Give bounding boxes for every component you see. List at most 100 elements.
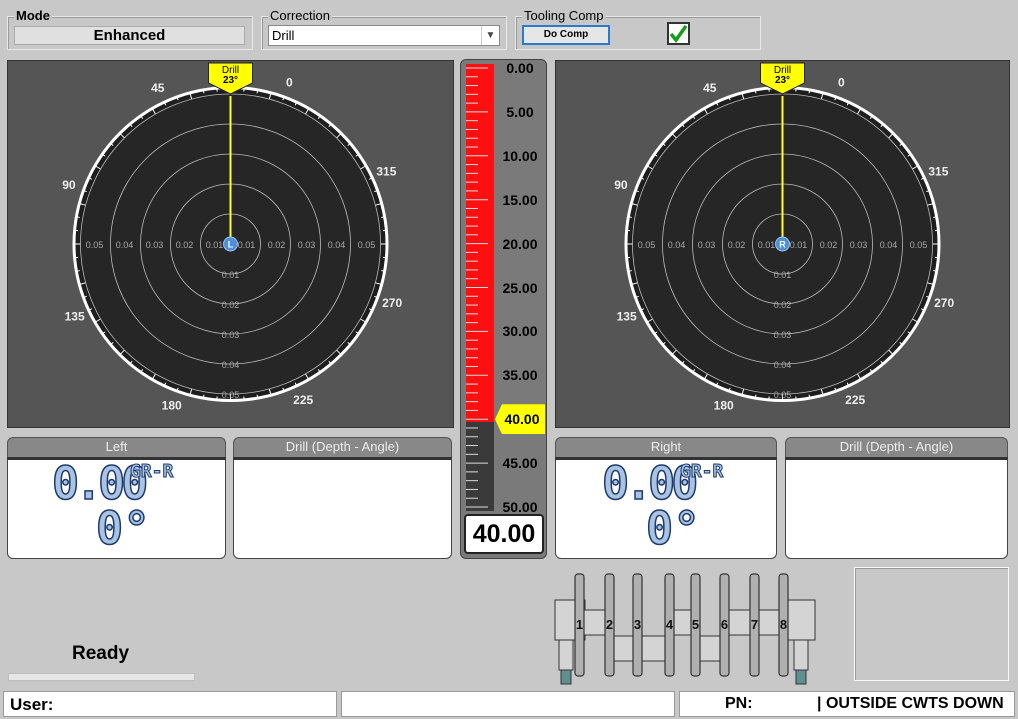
right-readout-body: 0.00 GR-R 0° [555,456,777,559]
polar-tick [381,270,385,272]
user-label: User: [10,695,54,714]
pn-label: PN: [725,695,753,712]
pn-cell: PN: | OUTSIDE CWTS DOWN [679,691,1015,717]
polar-tick [628,270,632,272]
polar-ring-label: 0.05 [910,240,928,250]
polar-angle-label: 135 [65,310,85,324]
crank-pin [698,635,721,662]
crank-journal-label: 3 [634,617,641,632]
gauge-label: 30.00 [502,323,538,340]
mode-title: Mode [14,8,52,23]
mode-value: Enhanced [14,26,245,45]
crank-journal-label: 7 [751,617,758,632]
polar-angle-label: 0 [286,75,293,89]
correction-title: Correction [268,8,332,23]
right-polar-chart: 0.01 0.01 0.01 0.02 0.02 0.02 0.03 0.03 0.03 0.04… [614,62,954,413]
polar-tick [256,394,259,398]
gauge-label: 10.00 [502,147,538,164]
polar-tick [754,90,757,94]
polar-ring-label: 0.05 [358,240,376,250]
crank-end-cap-left [560,669,572,685]
polar-angle-label: 270 [382,296,402,310]
do-comp-button[interactable]: Do Comp [522,25,610,45]
polar-angle-label: 225 [293,393,313,407]
polar-ring-label: 0.01 [206,240,224,250]
drill-marker-angle: 23° [223,75,238,86]
polar-angle-label: 0 [838,75,845,89]
polar-ring-label: 0.05 [774,390,792,400]
polar-ring-label: 0.02 [176,240,194,250]
pn-message: | OUTSIDE CWTS DOWN [817,695,1004,712]
drill-marker-angle: 23° [775,75,790,86]
correction-select[interactable]: Drill ▼ [268,25,500,46]
polar-tick [933,216,937,218]
gauge-label: 20.00 [502,235,538,252]
depth-gauge-track [466,64,494,511]
crank-pin [672,609,692,636]
left-readout-tab: Left [7,437,226,457]
polar-angle-label: 90 [614,178,628,192]
polar-ring-label: 0.04 [116,240,134,250]
polar-ring-label: 0.04 [668,240,686,250]
polar-ring-label: 0.04 [222,360,240,370]
crank-journal-label: 6 [721,617,728,632]
crank-pin [582,609,606,636]
polar-tick [808,394,811,398]
polar-ring-label: 0.01 [222,270,240,280]
depth-value-display: 40.00 [464,514,544,554]
tooling-comp-checkbox[interactable] [667,22,690,45]
polar-ring-label: 0.01 [790,240,808,250]
polar-ring-label: 0.03 [146,240,164,250]
correction-selected-value: Drill [272,28,295,43]
right-readout-tab: Right [555,437,777,457]
left-readout-unit: GR-R [129,461,174,483]
left-drill-body [233,457,452,559]
polar-angle-label: 315 [928,164,948,178]
polar-angle-label: 225 [845,393,865,407]
status-text: Ready [72,643,130,664]
crank-pin [612,635,634,662]
polar-angle-label: 45 [151,81,165,95]
polar-angle-label: 135 [617,310,637,324]
right-drill-box: Drill (Depth - Angle) [785,437,1008,559]
right-polar-panel: 0.01 0.01 0.01 0.02 0.02 0.02 0.03 0.03 0.03 0.04… [555,60,1010,428]
polar-tick [256,90,259,94]
polar-angle-label: 90 [62,178,76,192]
gauge-label: 40.00 [495,404,545,435]
polar-ring-label: 0.01 [238,240,256,250]
user-cell: User: [3,691,337,717]
crank-journal-label: 1 [576,617,583,632]
polar-center-label: R [779,240,786,250]
crank-journal-label: 4 [666,617,674,632]
polar-ring-label: 0.05 [222,390,240,400]
polar-tick [628,216,632,218]
progress-bar [8,673,195,681]
left-readout: Left 0.00 GR-R 0° [7,437,226,559]
right-readout: Right 0.00 GR-R 0° [555,437,777,559]
crank-end-cap-right [795,669,807,685]
image-panel [854,567,1009,681]
gauge-label: 25.00 [502,279,538,296]
polar-ring-label: 0.02 [222,300,240,310]
polar-angle-label: 315 [376,164,396,178]
polar-ring-label: 0.05 [86,240,104,250]
polar-angle-label: 270 [934,296,954,310]
checkmark-icon [669,24,688,43]
gauge-label: 0.00 [506,60,534,76]
polar-tick [202,394,205,398]
crank-end-right [793,639,809,671]
polar-ring-label: 0.04 [328,240,346,250]
polar-ring-label: 0.02 [728,240,746,250]
polar-ring-label: 0.02 [820,240,838,250]
polar-angle-label: 45 [703,81,717,95]
chevron-down-icon[interactable]: ▼ [481,26,499,45]
polar-tick [76,270,80,272]
polar-ring-label: 0.01 [758,240,776,250]
polar-angle-label: 180 [714,399,734,413]
depth-gauge-ticks [466,67,488,508]
right-readout-unit: GR-R [679,461,724,483]
left-polar-chart: 0.01 0.01 0.01 0.02 0.02 0.02 0.03 0.03 0.03 0.04… [62,62,402,413]
polar-ring-label: 0.03 [774,330,792,340]
crank-journal-label: 8 [780,617,787,632]
crank-end-left [558,639,574,671]
